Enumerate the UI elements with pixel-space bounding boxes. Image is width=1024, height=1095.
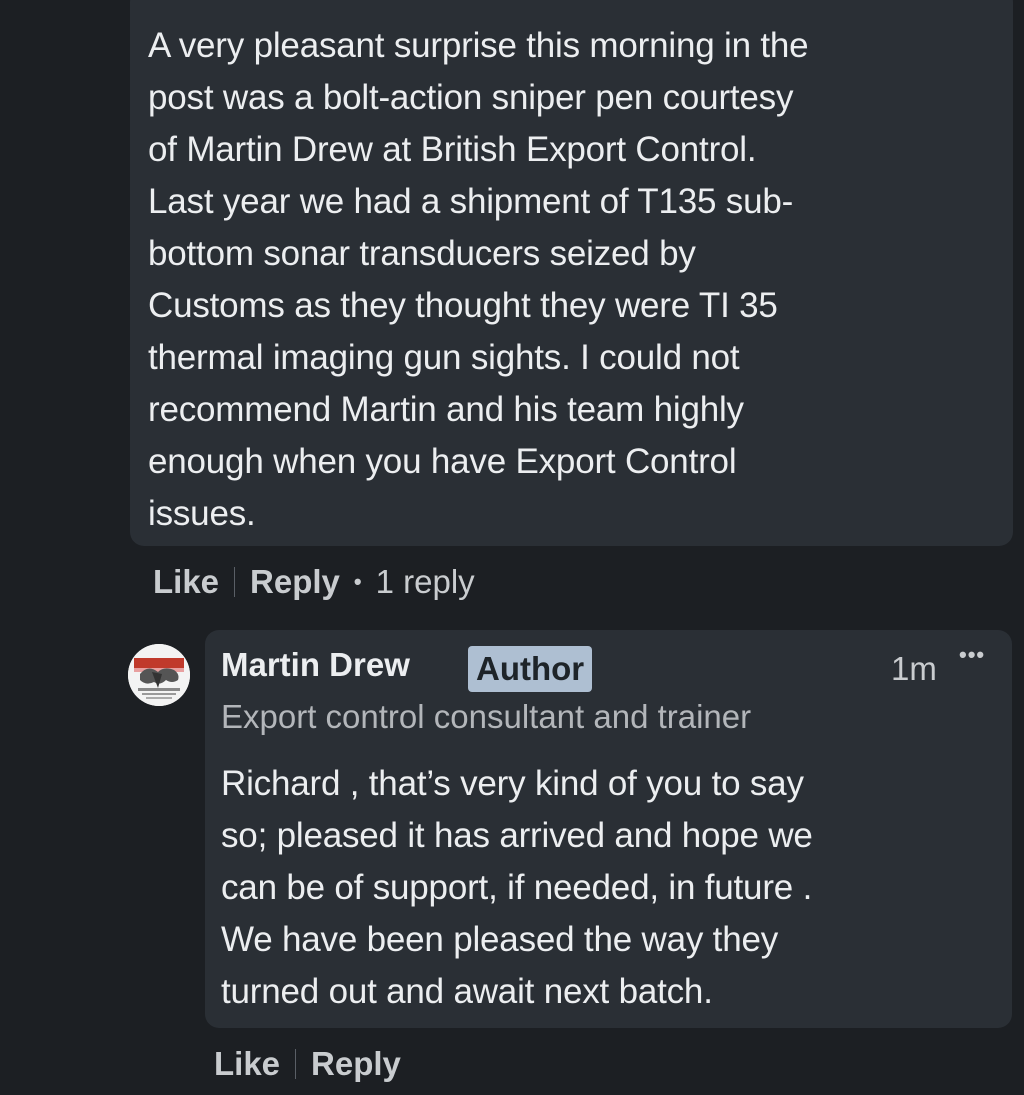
reply-button[interactable]: Reply	[311, 1045, 401, 1083]
action-divider	[295, 1049, 297, 1079]
like-button[interactable]: Like	[214, 1045, 280, 1083]
like-button[interactable]: Like	[153, 563, 219, 601]
reply-button[interactable]: Reply	[250, 563, 340, 601]
author-badge: Author	[468, 646, 593, 692]
reply-bubble: Martin Drew Author 1m ••• Export control…	[205, 630, 1012, 1028]
comment-bubble: A very pleasant surprise this morning in…	[130, 0, 1013, 546]
reply-actions: Like Reply	[214, 1042, 401, 1086]
globe-logo-icon	[128, 644, 190, 706]
author-headline: Export control consultant and trainer	[221, 698, 752, 735]
comment-actions: Like Reply • 1 reply	[153, 560, 475, 604]
avatar[interactable]	[128, 644, 190, 706]
bullet-separator: •	[353, 569, 362, 594]
comment-text: A very pleasant surprise this morning in…	[148, 26, 809, 533]
timestamp: 1m	[891, 650, 937, 687]
reply-text: Richard , that’s very kind of you to say…	[221, 764, 813, 1011]
more-horizontal-icon[interactable]: •••	[959, 642, 985, 668]
author-name[interactable]: Martin Drew	[221, 646, 410, 684]
reply-count-link[interactable]: 1 reply	[376, 563, 475, 601]
action-divider	[234, 567, 236, 597]
